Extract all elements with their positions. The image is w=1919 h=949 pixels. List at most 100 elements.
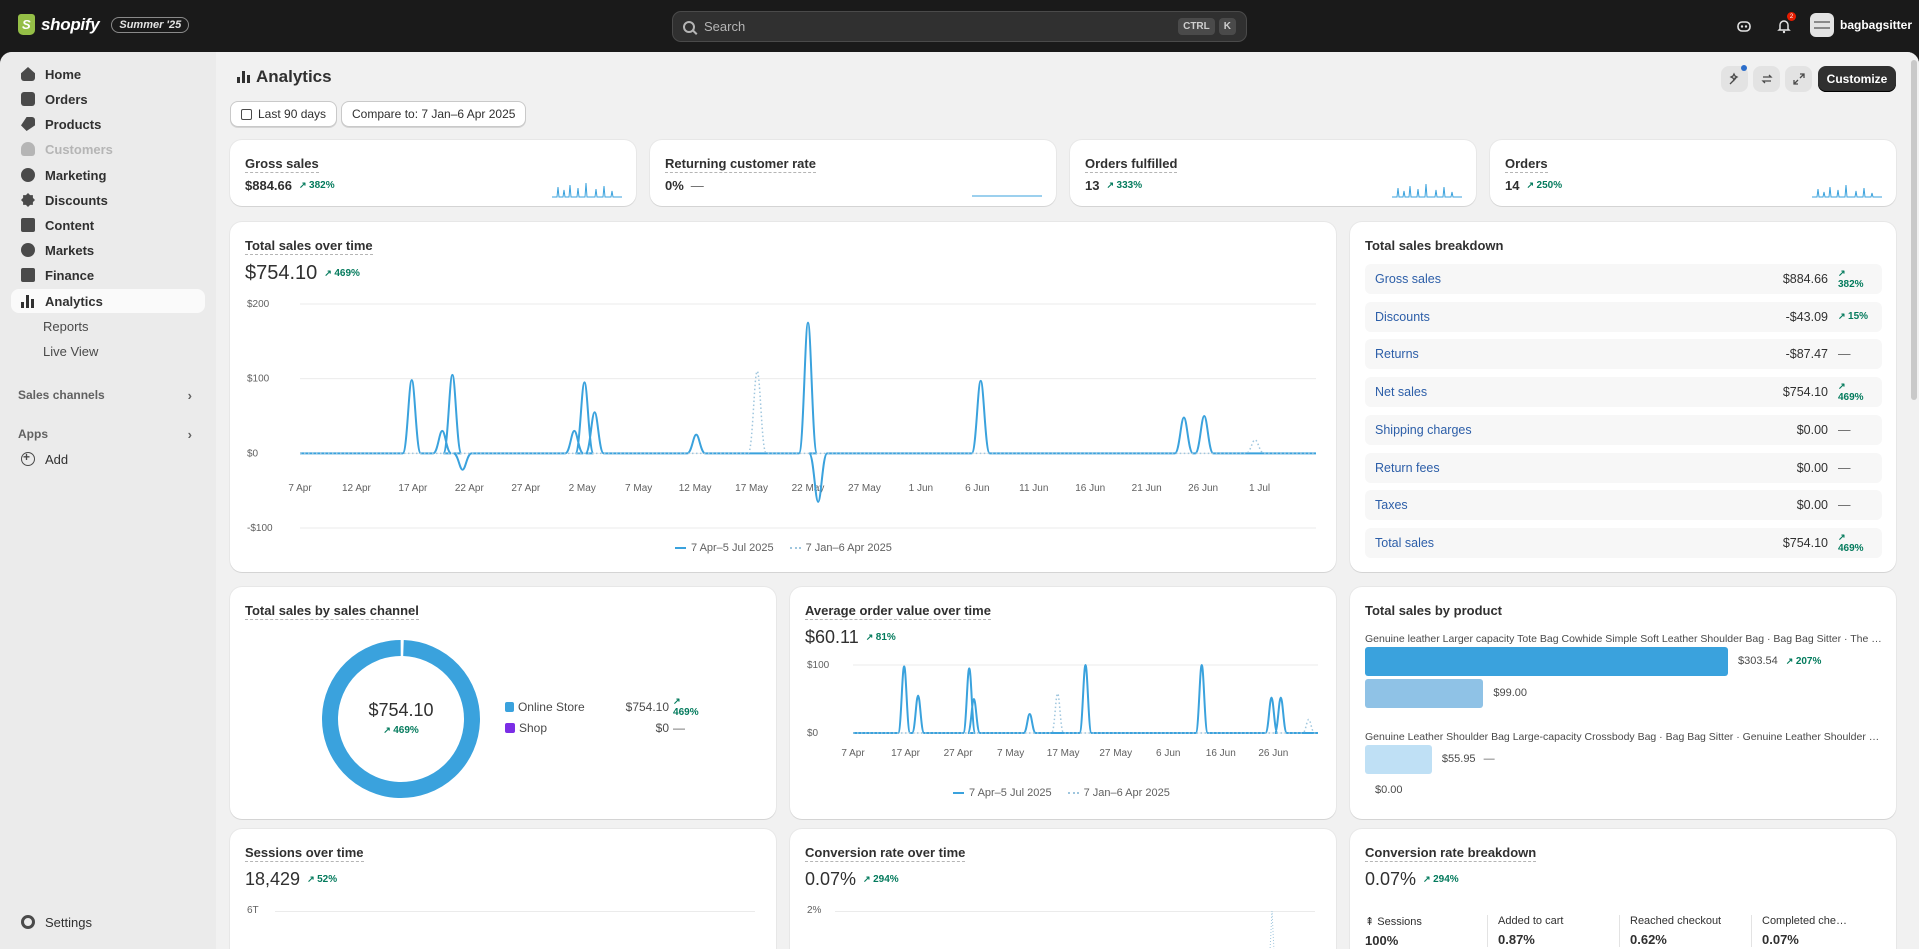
sidebar-item-settings[interactable]: Settings <box>11 910 205 934</box>
channel-row-online-store[interactable]: Online Store $754.10 469% <box>505 696 705 718</box>
breakdown-row[interactable]: Gross sales$884.66 382% <box>1365 264 1882 294</box>
sales-channels-section[interactable]: Sales channels › <box>18 388 192 403</box>
sidebar-item-discounts[interactable]: Discounts <box>11 188 205 212</box>
y-axis-tick: $0 <box>807 728 819 739</box>
y-axis-tick: $100 <box>807 660 830 671</box>
x-axis-tick: 16 Jun <box>1075 483 1105 494</box>
legend-previous[interactable]: 7 Jan–6 Apr 2025 <box>789 542 892 554</box>
breakdown-row[interactable]: Returns -$87.47 — <box>1365 339 1882 370</box>
x-axis-tick: 7 Apr <box>841 748 865 759</box>
legend-current[interactable]: 7 Apr–5 Jul 2025 <box>675 542 774 554</box>
admin-frame: Home Orders Products Customers Marketing… <box>0 52 1919 949</box>
scrollbar-thumb[interactable] <box>1911 60 1917 400</box>
breakdown-delta: — <box>1838 422 1851 437</box>
shopify-logo[interactable]: shopify Summer '25 <box>18 14 190 35</box>
breakdown-name[interactable]: Return fees <box>1375 461 1797 475</box>
x-axis-tick: 1 Jun <box>909 483 933 494</box>
breakdown-delta: 382% <box>1838 268 1872 290</box>
breakdown-delta: 469% <box>1838 381 1872 403</box>
card-title: Total sales by sales channel <box>245 603 419 620</box>
sidebar-subitem-reports[interactable]: Reports <box>11 314 205 338</box>
search-input[interactable]: Search CTRL K <box>672 11 1247 42</box>
fullscreen-button[interactable] <box>1785 66 1812 92</box>
kpi-card-orders[interactable]: Orders 14250% <box>1490 140 1896 206</box>
new-indicator-dot <box>1741 65 1747 71</box>
breakdown-name[interactable]: Net sales <box>1375 385 1783 399</box>
sidebar-item-markets[interactable]: Markets <box>11 238 205 262</box>
breakdown-value: -$87.47 <box>1785 347 1828 362</box>
funnel-step-reached-checkout[interactable]: Reached checkout 0.62% <box>1619 915 1747 947</box>
sidebar-item-add[interactable]: Add <box>11 447 205 471</box>
breakdown-delta: — <box>1838 347 1851 362</box>
product-bar-previous[interactable] <box>1365 679 1484 708</box>
sidebar-item-marketing[interactable]: Marketing <box>11 163 205 187</box>
sidebar-item-content[interactable]: Content <box>11 213 205 237</box>
product-bar-current[interactable] <box>1365 647 1728 676</box>
finance-icon <box>21 268 35 282</box>
legend-previous[interactable]: 7 Jan–6 Apr 2025 <box>1067 787 1170 799</box>
sidekick-icon[interactable] <box>1734 16 1754 36</box>
breakdown-name[interactable]: Gross sales <box>1375 272 1783 286</box>
sidebar-item-finance[interactable]: Finance <box>11 263 205 287</box>
legend-current[interactable]: 7 Apr–5 Jul 2025 <box>953 787 1052 799</box>
kpi-card-gross-sales[interactable]: Gross sales $884.66382% <box>230 140 636 206</box>
breakdown-value: $0.00 <box>1796 498 1828 513</box>
sidebar-item-products[interactable]: Products <box>11 112 205 136</box>
ai-assist-button[interactable] <box>1721 65 1748 92</box>
sidebar-item-home[interactable]: Home <box>11 62 205 86</box>
kpi-sparkline <box>552 182 622 198</box>
breakdown-row[interactable]: Net sales$754.10 469% <box>1365 377 1882 408</box>
kpi-delta: 382% <box>299 180 335 191</box>
notifications-bell-icon[interactable]: 2 <box>1774 12 1796 36</box>
sidebar-item-analytics[interactable]: Analytics <box>11 289 205 313</box>
breakdown-value: -$43.09 <box>1785 309 1828 324</box>
calendar-icon <box>241 108 252 120</box>
refresh-button[interactable] <box>1753 66 1780 92</box>
breakdown-row[interactable]: Shipping charges $0.00 — <box>1365 414 1882 445</box>
store-name: bagbagsitter <box>1840 18 1913 32</box>
chart-legend: 7 Apr–5 Jul 2025 7 Jan–6 Apr 2025 <box>953 787 1170 799</box>
date-range-button[interactable]: Last 90 days <box>230 101 338 127</box>
products-icon <box>21 117 35 131</box>
gridline <box>275 911 755 912</box>
breakdown-name[interactable]: Taxes <box>1375 498 1797 512</box>
breakdown-value: $0.00 <box>1796 460 1828 475</box>
channel-row-shop[interactable]: Shop $0 — <box>505 721 705 735</box>
sidebar-item-orders[interactable]: Orders <box>11 87 205 111</box>
page-scrollbar[interactable] <box>1909 52 1919 949</box>
funnel-step-added-to-cart[interactable]: Added to cart 0.87% <box>1487 915 1615 947</box>
kpi-sparkline <box>972 195 1042 197</box>
chevron-right-icon: › <box>187 388 192 403</box>
donut-center: $754.10 469% <box>316 700 486 736</box>
breakdown-name[interactable]: Shipping charges <box>1375 423 1797 437</box>
store-menu[interactable]: bagbagsitter <box>1810 13 1912 37</box>
search-icon <box>683 20 695 33</box>
breakdown-row[interactable]: Return fees $0.00 — <box>1365 452 1882 483</box>
x-axis-tick: 12 May <box>679 483 712 494</box>
home-icon <box>21 67 35 81</box>
customize-button[interactable]: Customize <box>1818 66 1896 92</box>
aov-value: $60.1181% <box>805 627 896 648</box>
sidebar-subitem-live-view[interactable]: Live View <box>11 339 205 363</box>
breakdown-row[interactable]: Total sales$754.10 469% <box>1365 527 1882 558</box>
breakdown-name[interactable]: Returns <box>1375 347 1786 361</box>
x-axis-tick: 27 Apr <box>511 483 541 494</box>
breakdown-name[interactable]: Discounts <box>1375 310 1786 324</box>
breakdown-row[interactable]: Discounts-$43.09 15% <box>1365 301 1882 332</box>
sales-by-product-card: Total sales by product Genuine leather L… <box>1350 587 1896 819</box>
breakdown-name[interactable]: Total sales <box>1375 536 1783 550</box>
compare-range-button[interactable]: Compare to: 7 Jan–6 Apr 2025 <box>341 101 527 127</box>
breakdown-row[interactable]: Taxes $0.00 — <box>1365 490 1882 521</box>
kpi-card-returning-customer-rate[interactable]: Returning customer rate 0% — <box>650 140 1056 206</box>
funnel-step-completed-checkout[interactable]: Completed che… 0.07% <box>1751 915 1879 947</box>
kpi-card-orders-fulfilled[interactable]: Orders fulfilled 13333% <box>1070 140 1476 206</box>
x-axis-tick: 27 May <box>1099 748 1132 759</box>
sidebar-item-customers[interactable]: Customers <box>11 137 205 161</box>
breakdown-value: $0.00 <box>1796 422 1828 437</box>
top-bar: shopify Summer '25 Search CTRL K 2 bagba… <box>0 0 1919 52</box>
edition-badge[interactable]: Summer '25 <box>111 16 190 33</box>
apps-section[interactable]: Apps › <box>18 427 192 442</box>
breakdown-delta: — <box>1838 460 1851 475</box>
product-bar-current[interactable] <box>1365 745 1432 774</box>
funnel-step-sessions[interactable]: ⇞ Sessions 100% <box>1355 915 1483 948</box>
